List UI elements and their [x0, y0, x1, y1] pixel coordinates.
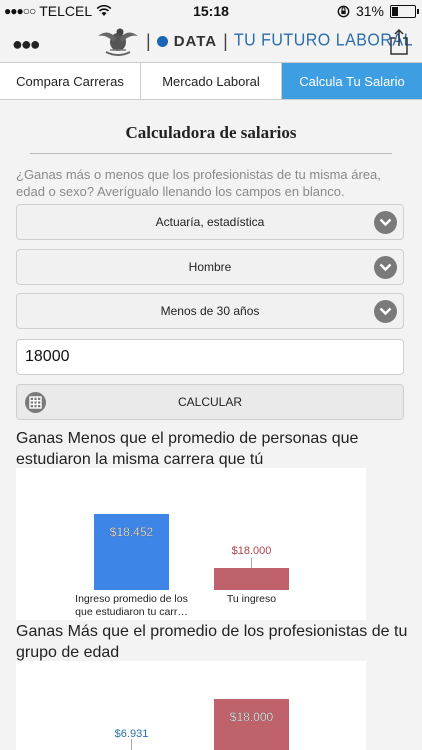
calculate-button-label: CALCULAR: [177, 395, 243, 409]
rotation-lock-icon: [337, 5, 350, 17]
age-chart-svg: $18.000 $6.931: [115, 699, 289, 750]
sex-select-value: Hombre: [188, 260, 232, 274]
page-title: Calculadora de salarios: [125, 123, 297, 142]
chevron-down-icon[interactable]: [374, 211, 397, 234]
brand-data-label: DATA: [173, 32, 218, 50]
calculator-panel: Calculadora de salarios ¿Ganas más o men…: [0, 98, 422, 200]
age-select-value: Menos de 30 años: [160, 304, 260, 318]
bar-value-label: $18.000: [232, 545, 272, 557]
age-comparison-chart: $18.000 $6.931: [16, 661, 366, 750]
title-divider: [30, 153, 392, 154]
bar-user: [214, 568, 289, 590]
tab-mercado-laboral[interactable]: Mercado Laboral: [141, 63, 282, 99]
brand-tagline: TU FUTURO LABORAL: [233, 31, 413, 50]
age-select[interactable]: Menos de 30 años: [16, 293, 404, 329]
status-bar: ●●●○○ TELCEL 15:18 31%: [0, 0, 422, 22]
chevron-down-icon[interactable]: [374, 300, 397, 323]
tab-compara-carreras[interactable]: Compara Carreras: [0, 63, 141, 99]
calculate-button[interactable]: CALCULAR: [16, 384, 404, 420]
brand-separator: |: [223, 30, 228, 51]
career-select[interactable]: Actuaría, estadística: [16, 204, 404, 240]
calculator-grid-icon: [25, 392, 46, 413]
career-comparison-chart: $18.452 $18.000 Ingreso promedio de los que…: [16, 468, 366, 620]
career-chart-svg: $18.452 $18.000 Ingreso promedio de losque…: [75, 514, 289, 618]
brand-logo: | DATA | TU FUTURO LABORAL: [96, 24, 413, 58]
battery-icon: [390, 4, 419, 18]
chevron-down-icon[interactable]: [374, 256, 397, 279]
career-select-value: Actuaría, estadística: [155, 215, 265, 229]
result-heading-age: Ganas Más que el promedio de los profesi…: [16, 623, 408, 661]
bar-value-label: $6.931: [115, 728, 149, 740]
eagle-seal-icon: [98, 28, 138, 56]
nav-bar: ●●● | DATA | TU FUTURO LABORAL: [0, 22, 422, 62]
more-dots-icon[interactable]: ●●●: [12, 34, 41, 55]
bar-value-label: $18.000: [230, 710, 274, 724]
tab-bar: Compara Carreras Mercado Laboral Calcula…: [0, 62, 422, 100]
category-label: Tu ingreso: [227, 593, 276, 605]
category-label: que estudiaron tu carr…: [75, 606, 188, 618]
brand-separator: |: [146, 30, 151, 51]
bar-user: [214, 699, 289, 750]
brand-dot-icon: [156, 35, 168, 47]
battery-percent: 31%: [355, 3, 384, 19]
share-icon[interactable]: [388, 28, 410, 56]
category-label: Ingreso promedio de los: [75, 593, 188, 605]
calculator-description: ¿Ganas más o menos que los profesionista…: [16, 167, 381, 199]
income-input[interactable]: [16, 339, 404, 375]
result-heading-career: Ganas Menos que el promedio de personas …: [16, 430, 359, 468]
sex-select[interactable]: Hombre: [16, 249, 404, 285]
tab-calcula-tu-salario[interactable]: Calcula Tu Salario: [282, 63, 422, 99]
bar-value-label: $18.452: [110, 525, 154, 539]
